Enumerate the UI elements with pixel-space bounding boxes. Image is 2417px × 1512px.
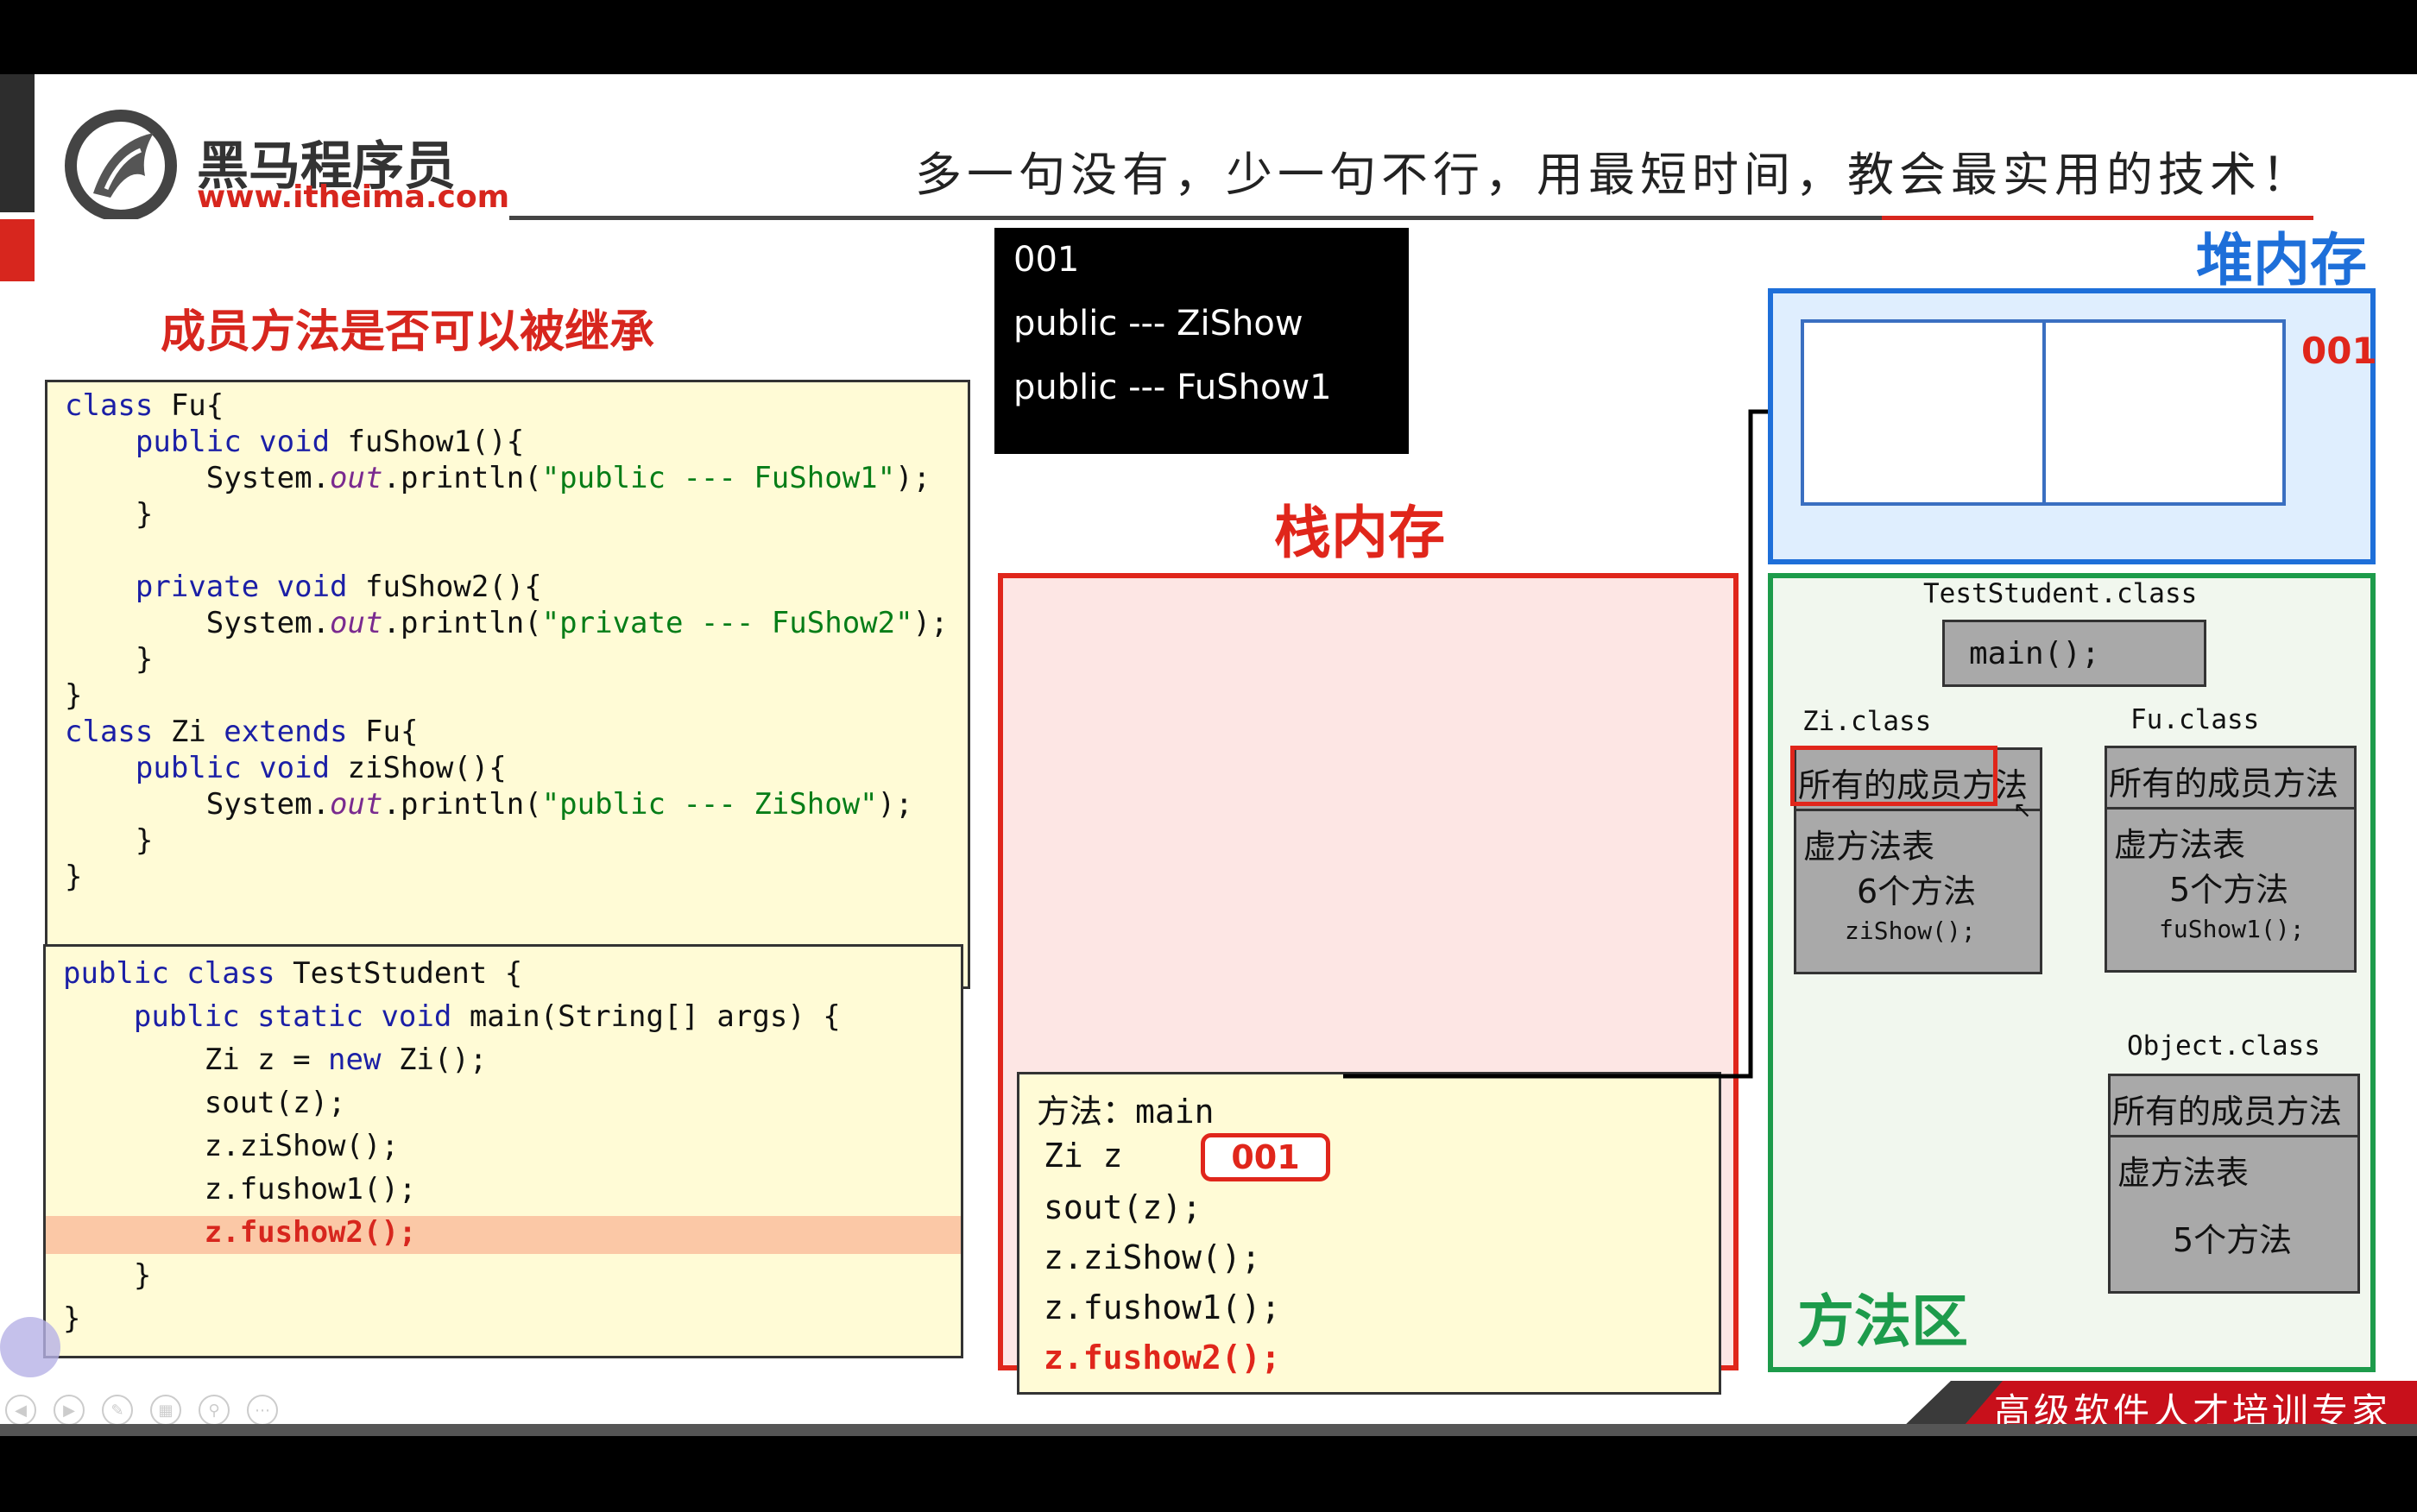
pen-icon[interactable]: ✎ bbox=[102, 1395, 133, 1426]
method-area: TestStudent.class main(); Zi.class 所有的成员… bbox=[1768, 573, 2376, 1372]
fu-members-label: 所有的成员方法 bbox=[2109, 765, 2339, 803]
slogan: 多一句没有，少一句不行，用最短时间，教会最实用的技术！ bbox=[915, 148, 2313, 202]
left-red-bar bbox=[0, 219, 35, 281]
fu-method-count: 5个方法 bbox=[2169, 871, 2289, 909]
console-line: 001 bbox=[1013, 240, 1080, 280]
zi-method-count: 6个方法 bbox=[1857, 873, 1977, 910]
heap-memory: 001 bbox=[1768, 288, 2377, 564]
zi-vtable-label: 虚方法表 bbox=[1803, 828, 1935, 866]
logo-url: www.itheima.com bbox=[197, 180, 510, 215]
console-line: public --- FuShow1 bbox=[1013, 368, 1332, 407]
pen-tool-icon[interactable] bbox=[0, 1317, 60, 1377]
slide-title: 成员方法是否可以被继承 bbox=[161, 306, 655, 358]
video-progress-bar[interactable] bbox=[0, 1424, 2417, 1436]
code-box-fu-zi: class Fu{ public void fuShow1(){ System.… bbox=[45, 380, 970, 989]
header-rule bbox=[509, 216, 1899, 220]
stack-line: z.ziShow(); bbox=[1044, 1238, 1261, 1276]
code-line: } bbox=[65, 497, 154, 532]
mouse-cursor-icon: ↖ bbox=[2013, 797, 2032, 823]
code-line: System.out.println("private --- FuShow2"… bbox=[65, 606, 949, 640]
console-line: public --- ZiShow bbox=[1013, 304, 1303, 343]
slide: 黑马程序员 www.itheima.com 多一句没有，少一句不行，用最短时间，… bbox=[0, 74, 2417, 1431]
zoom-icon[interactable]: ⚲ bbox=[199, 1395, 230, 1426]
code-line: } bbox=[65, 823, 154, 858]
heap-address: 001 bbox=[2301, 330, 2377, 372]
stack-memory: 方法：main Zi z 001 sout(z); z.ziShow(); z.… bbox=[998, 573, 1739, 1395]
main-method-box: main(); bbox=[1942, 620, 2206, 687]
heap-object-cell bbox=[2042, 319, 2286, 506]
object-members-label: 所有的成员方法 bbox=[2112, 1093, 2343, 1131]
code-line: public class TestStudent { bbox=[63, 956, 523, 991]
code-line: System.out.println("public --- ZiShow"); bbox=[65, 787, 913, 822]
heap-object-cell bbox=[1801, 319, 2046, 506]
slides-icon[interactable]: ▦ bbox=[150, 1395, 181, 1426]
zi-vtable-box: 虚方法表 6个方法 ziShow(); bbox=[1794, 809, 2042, 974]
more-icon[interactable]: ⋯ bbox=[247, 1395, 278, 1426]
fu-method-name: fuShow1(); bbox=[2159, 915, 2305, 943]
fu-vtable-box: 虚方法表 5个方法 fuShow1(); bbox=[2105, 807, 2357, 973]
var-value-box: 001 bbox=[1201, 1133, 1330, 1181]
code-line: z.ziShow(); bbox=[63, 1129, 399, 1163]
code-line: sout(z); bbox=[63, 1086, 346, 1120]
stack-title: 栈内存 bbox=[1274, 500, 1445, 566]
fu-class-label: Fu.class bbox=[2130, 704, 2260, 735]
code-line: private void fuShow2(){ bbox=[135, 570, 542, 604]
method-area-title: 方法区 bbox=[1797, 1288, 1968, 1355]
object-method-count: 5个方法 bbox=[2173, 1221, 2293, 1259]
code-line: } bbox=[65, 642, 154, 677]
code-line: System.out.println("public --- FuShow1")… bbox=[65, 461, 931, 495]
zi-class-label: Zi.class bbox=[1802, 706, 1932, 737]
code-line: class Zi extends Fu{ bbox=[65, 715, 419, 749]
var-label: Zi z bbox=[1044, 1137, 1123, 1175]
code-line: } bbox=[63, 1258, 152, 1293]
object-vtable-box: 虚方法表 5个方法 bbox=[2108, 1135, 2360, 1294]
code-line: class Fu{ bbox=[65, 388, 224, 423]
code-line: } bbox=[65, 860, 83, 894]
prev-slide-icon[interactable]: ◀ bbox=[5, 1395, 36, 1426]
code-line: public void ziShow(){ bbox=[135, 751, 507, 785]
main-frame: 方法：main Zi z 001 sout(z); z.ziShow(); z.… bbox=[1017, 1072, 1721, 1395]
heap-title: 堆内存 bbox=[2196, 227, 2367, 293]
code-line: Zi z = new Zi(); bbox=[63, 1043, 488, 1077]
stack-line: sout(z); bbox=[1044, 1188, 1202, 1226]
left-dark-bar bbox=[0, 74, 35, 212]
stack-line-highlighted: z.fushow2(); bbox=[1044, 1339, 1281, 1377]
object-class-label: Object.class bbox=[2127, 1030, 2320, 1062]
stack-line: z.fushow1(); bbox=[1044, 1288, 1281, 1326]
code-line: public void fuShow1(){ bbox=[135, 425, 525, 459]
fu-members-box: 所有的成员方法 bbox=[2105, 746, 2357, 810]
zi-method-name: ziShow(); bbox=[1845, 917, 1976, 945]
test-class-label: TestStudent.class bbox=[1923, 578, 2198, 609]
code-line: z.fushow1(); bbox=[63, 1172, 417, 1206]
logo-mark-icon bbox=[59, 107, 188, 222]
code-line-highlighted: z.fushow2(); bbox=[63, 1215, 417, 1250]
next-slide-icon[interactable]: ▶ bbox=[54, 1395, 85, 1426]
code-line: } bbox=[65, 678, 83, 713]
frame-title: 方法：main bbox=[1037, 1093, 1215, 1131]
code-line: } bbox=[63, 1301, 81, 1336]
fu-vtable-label: 虚方法表 bbox=[2114, 826, 2246, 864]
console-output: 001 public --- ZiShow public --- FuShow1 bbox=[994, 228, 1409, 454]
object-vtable-label: 虚方法表 bbox=[2117, 1154, 2250, 1192]
object-members-box: 所有的成员方法 bbox=[2108, 1074, 2360, 1137]
code-line: public static void main(String[] args) { bbox=[133, 999, 841, 1034]
zi-members-highlight bbox=[1790, 746, 1997, 806]
code-box-test: public class TestStudent { public static… bbox=[43, 944, 963, 1358]
